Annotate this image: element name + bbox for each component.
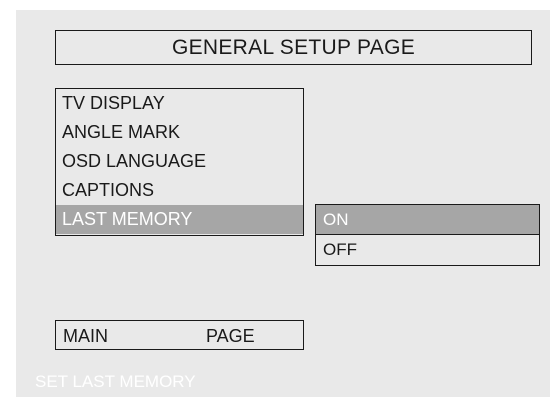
main-label: MAIN bbox=[63, 326, 108, 346]
menu-item-label: CAPTIONS bbox=[62, 180, 155, 200]
menu-item-label: TV DISPLAY bbox=[62, 93, 165, 113]
menu-item-last-memory[interactable]: LAST MEMORY bbox=[56, 205, 303, 234]
page-title: GENERAL SETUP PAGE bbox=[55, 30, 532, 65]
menu-item-label: ANGLE MARK bbox=[62, 122, 181, 142]
setup-menu: TV DISPLAY ANGLE MARK OSD LANGUAGE CAPTI… bbox=[55, 88, 304, 236]
status-text: SET LAST MEMORY bbox=[35, 372, 196, 391]
menu-item-tv-display[interactable]: TV DISPLAY bbox=[56, 89, 303, 118]
option-off[interactable]: OFF bbox=[316, 235, 539, 264]
main-page-button[interactable]: MAIN PAGE bbox=[55, 320, 304, 350]
option-label: OFF bbox=[323, 239, 357, 259]
menu-item-label: LAST MEMORY bbox=[62, 209, 193, 229]
option-label: ON bbox=[323, 209, 349, 229]
page-title-text: GENERAL SETUP PAGE bbox=[171, 35, 416, 59]
menu-item-captions[interactable]: CAPTIONS bbox=[56, 176, 303, 205]
menu-item-osd-language[interactable]: OSD LANGUAGE bbox=[56, 147, 303, 176]
last-memory-options: ON OFF bbox=[315, 204, 540, 266]
page-label: PAGE bbox=[206, 326, 255, 346]
option-on[interactable]: ON bbox=[316, 205, 539, 234]
menu-item-label: OSD LANGUAGE bbox=[62, 151, 207, 171]
menu-item-angle-mark[interactable]: ANGLE MARK bbox=[56, 118, 303, 147]
